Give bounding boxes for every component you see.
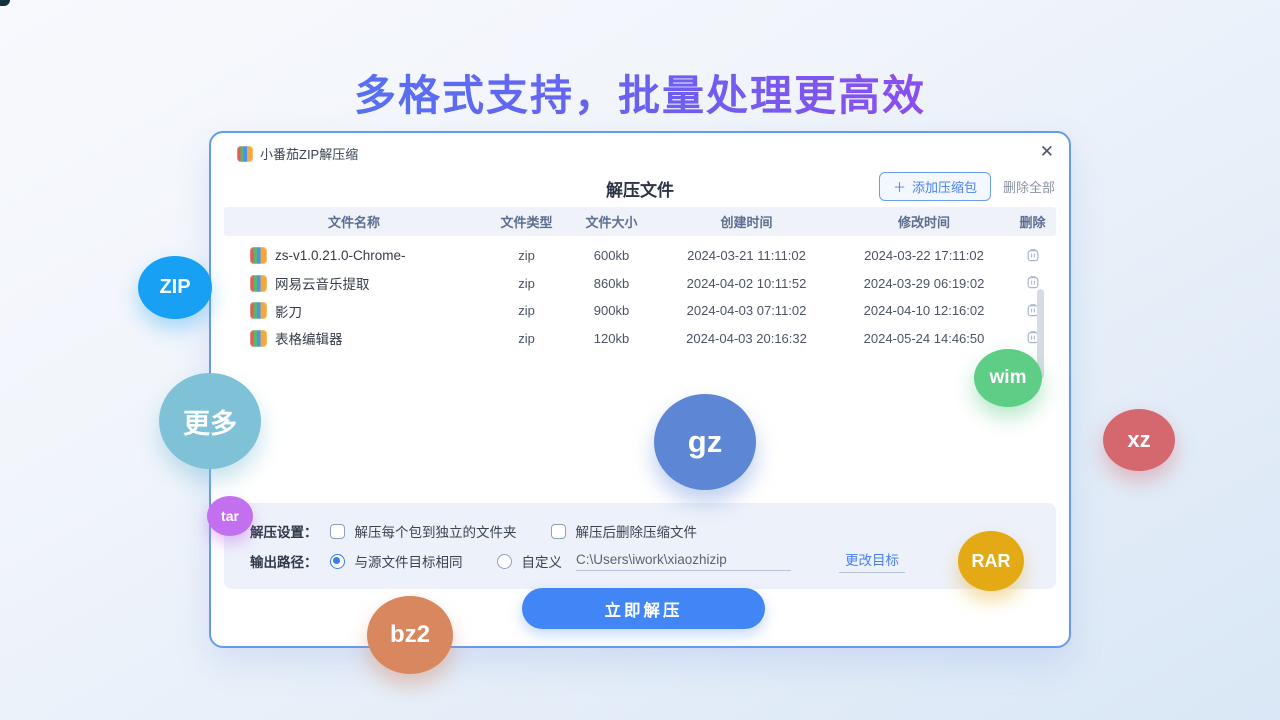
file-type-cell: zip	[484, 331, 569, 346]
header-controls: ＋ 添加压缩包 删除全部	[879, 172, 1055, 201]
delete-after-label[interactable]: 解压后删除压缩文件	[576, 521, 698, 541]
col-header-created: 创建时间	[654, 212, 839, 231]
file-name-cell: 网易云音乐提取	[224, 273, 484, 293]
checkbox-separate-folder[interactable]	[330, 524, 345, 539]
radio-custom-path[interactable]	[497, 554, 512, 569]
add-archive-label: 添加压缩包	[912, 177, 977, 196]
file-type-cell: zip	[484, 303, 569, 318]
page-title: 多格式支持，批量处理更高效	[0, 62, 1280, 123]
add-archive-button[interactable]: ＋ 添加压缩包	[879, 172, 991, 201]
file-created-cell: 2024-03-21 11:11:02	[654, 248, 839, 263]
archive-file-icon	[250, 275, 267, 292]
panel-header: 解压文件 ＋ 添加压缩包 删除全部	[211, 169, 1069, 205]
col-header-delete: 删除	[1009, 212, 1056, 231]
file-table: 文件名称 文件类型 文件大小 创建时间 修改时间 删除 zs-v1.0.21.0…	[224, 207, 1056, 501]
col-header-modified: 修改时间	[839, 212, 1009, 231]
file-type-cell: zip	[484, 248, 569, 263]
separate-folder-label[interactable]: 解压每个包到独立的文件夹	[355, 521, 517, 541]
format-bubble-tar: tar	[207, 496, 253, 536]
table-row[interactable]: 表格编辑器 zip 120kb 2024-04-03 20:16:32 2024…	[224, 325, 1056, 353]
file-created-cell: 2024-04-02 10:11:52	[654, 276, 839, 291]
archive-file-icon	[250, 330, 267, 347]
file-size-cell: 860kb	[569, 276, 654, 291]
table-header-row: 文件名称 文件类型 文件大小 创建时间 修改时间 删除	[224, 207, 1056, 236]
checkbox-delete-after[interactable]	[551, 524, 566, 539]
table-row[interactable]: 影刀 zip 900kb 2024-04-03 07:11:02 2024-04…	[224, 297, 1056, 325]
file-modified-cell: 2024-05-24 14:46:50	[839, 331, 1009, 346]
extract-settings-label: 解压设置：	[250, 521, 318, 541]
screen-corner-notch	[0, 0, 10, 6]
radio-same-as-source[interactable]	[330, 554, 345, 569]
format-bubble-wim: wim	[974, 349, 1042, 407]
col-header-type: 文件类型	[484, 212, 569, 231]
app-title: 小番茄ZIP解压缩	[260, 144, 358, 163]
file-modified-cell: 2024-03-29 06:19:02	[839, 276, 1009, 291]
file-name-cell: 影刀	[224, 301, 484, 321]
output-path-row: 输出路径： 与源文件目标相同 自定义 C:\Users\iwork\xiaozh…	[250, 546, 1056, 576]
same-as-source-label[interactable]: 与源文件目标相同	[355, 551, 463, 571]
change-target-link[interactable]: 更改目标	[839, 549, 905, 573]
table-row[interactable]: zs-v1.0.21.0-Chrome- zip 600kb 2024-03-2…	[224, 242, 1056, 270]
file-name-cell: 表格编辑器	[224, 328, 484, 348]
extract-now-button[interactable]: 立即解压	[522, 588, 765, 629]
format-bubble-zip: ZIP	[138, 256, 212, 319]
format-bubble-rar: RAR	[958, 531, 1024, 591]
file-created-cell: 2024-04-03 20:16:32	[654, 331, 839, 346]
col-header-size: 文件大小	[569, 212, 654, 231]
format-bubble-bz2: bz2	[367, 596, 453, 674]
file-created-cell: 2024-04-03 07:11:02	[654, 303, 839, 318]
file-modified-cell: 2024-03-22 17:11:02	[839, 248, 1009, 263]
col-header-name: 文件名称	[224, 212, 484, 231]
table-row[interactable]: 网易云音乐提取 zip 860kb 2024-04-02 10:11:52 20…	[224, 270, 1056, 298]
app-logo-icon	[237, 146, 253, 162]
extract-settings-row: 解压设置： 解压每个包到独立的文件夹 解压后删除压缩文件	[250, 516, 1056, 546]
format-bubble-gz: gz	[654, 394, 756, 490]
file-modified-cell: 2024-04-10 12:16:02	[839, 303, 1009, 318]
close-icon[interactable]: ✕	[1040, 143, 1054, 160]
plus-icon: ＋	[893, 177, 906, 196]
custom-path-label[interactable]: 自定义	[522, 551, 563, 571]
file-name-cell: zs-v1.0.21.0-Chrome-	[224, 247, 484, 264]
unzip-dialog-window: 小番茄ZIP解压缩 ✕ 解压文件 ＋ 添加压缩包 删除全部 文件名称 文件类型 …	[209, 131, 1071, 648]
format-bubble-more: 更多	[159, 373, 261, 469]
output-path-label: 输出路径：	[250, 551, 318, 571]
file-size-cell: 120kb	[569, 331, 654, 346]
settings-panel: 解压设置： 解压每个包到独立的文件夹 解压后删除压缩文件 输出路径： 与源文件目…	[224, 503, 1056, 589]
custom-path-field[interactable]: C:\Users\iwork\xiaozhizip	[576, 552, 791, 571]
format-bubble-xz: xz	[1103, 409, 1175, 471]
file-type-cell: zip	[484, 276, 569, 291]
trash-icon[interactable]	[1026, 247, 1040, 265]
delete-all-button[interactable]: 删除全部	[1003, 177, 1055, 196]
file-size-cell: 900kb	[569, 303, 654, 318]
titlebar: 小番茄ZIP解压缩	[211, 133, 1069, 167]
archive-file-icon	[250, 302, 267, 319]
archive-file-icon	[250, 247, 267, 264]
file-size-cell: 600kb	[569, 248, 654, 263]
